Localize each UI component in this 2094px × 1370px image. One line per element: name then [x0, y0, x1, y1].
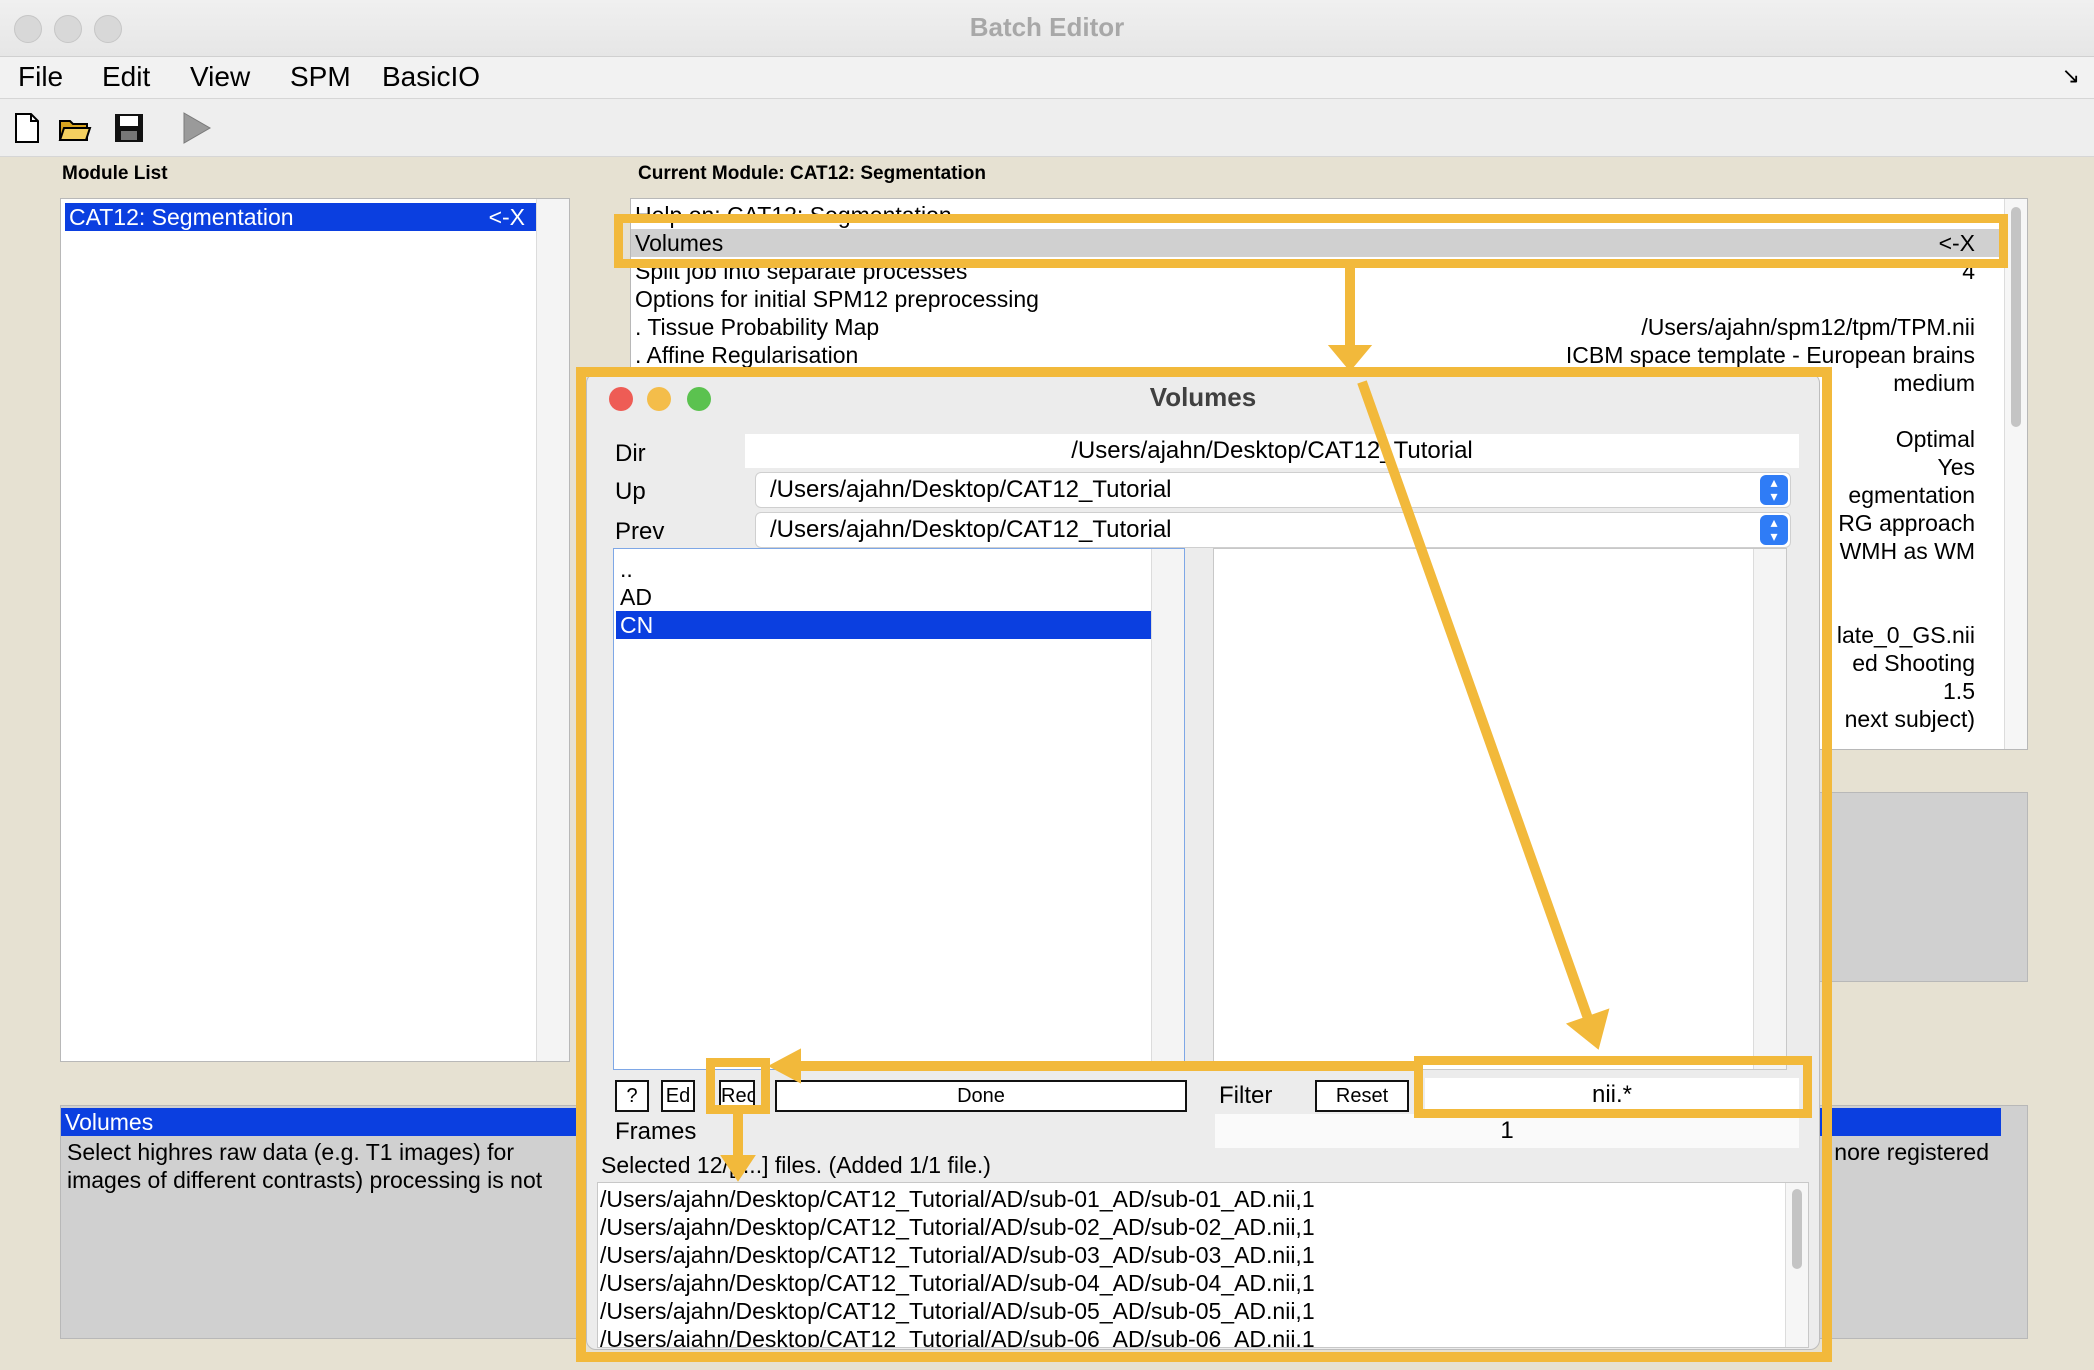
- annotation-arrows: [720, 268, 1610, 1182]
